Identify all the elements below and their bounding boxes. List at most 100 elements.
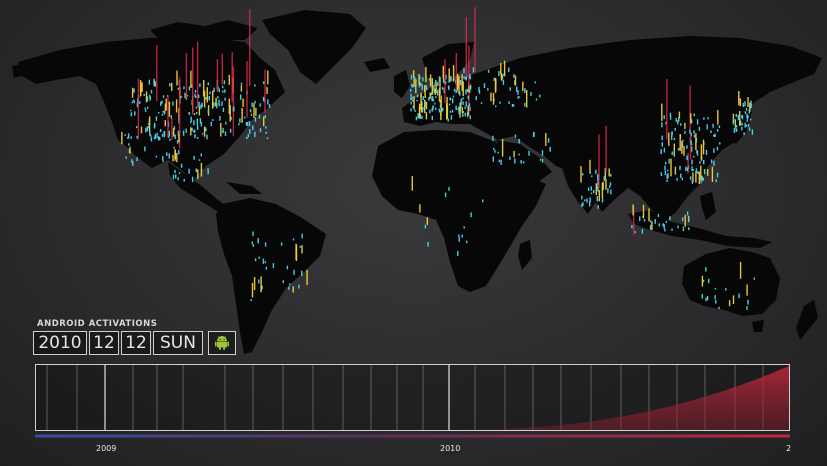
activation-bar [254, 131, 256, 138]
activation-bar [603, 176, 605, 182]
activation-bar [168, 102, 171, 117]
australia [682, 248, 780, 316]
activation-bar [434, 88, 436, 95]
activation-bar [438, 108, 441, 113]
activation-bar [415, 86, 417, 91]
activation-bar [512, 104, 515, 107]
activation-bar [259, 128, 262, 133]
activation-bar [493, 147, 495, 150]
activation-bar [693, 113, 695, 117]
activation-bar [201, 133, 204, 135]
activation-bar [710, 130, 712, 133]
activation-bar [429, 109, 431, 114]
activation-bar [668, 132, 670, 146]
activation-bar [503, 60, 506, 77]
activation-bar [463, 76, 465, 80]
activation-bar [464, 112, 466, 117]
activation-bar [745, 107, 748, 111]
activation-bar [541, 159, 544, 163]
activation-bar [666, 169, 669, 172]
activation-bar [267, 99, 269, 105]
activation-bar [410, 93, 412, 98]
activation-bar [460, 98, 463, 101]
activation-bar [464, 106, 466, 109]
activation-bar [686, 155, 688, 161]
activation-bar [130, 112, 133, 117]
activation-bar [161, 100, 163, 104]
activation-bar [665, 161, 667, 165]
activation-bar [713, 134, 715, 137]
activation-bar [293, 269, 295, 275]
activation-bar [411, 176, 413, 191]
activation-bar [173, 146, 175, 149]
activation-bar [681, 140, 683, 154]
activation-bar [172, 101, 174, 106]
activation-bar [654, 219, 656, 224]
activation-bar [499, 101, 501, 104]
activation-bar [703, 169, 706, 175]
activation-bar [745, 124, 748, 127]
activation-bar [153, 78, 155, 85]
activation-bar [500, 63, 502, 75]
activation-bar [223, 80, 226, 85]
activation-bar [145, 127, 147, 133]
activation-bar [252, 231, 254, 237]
activation-bar [581, 195, 583, 200]
activation-bar [690, 140, 692, 145]
activation-bar [716, 129, 719, 132]
activation-bar [610, 189, 612, 195]
activation-bar [691, 179, 694, 184]
activation-bar [259, 103, 261, 107]
activation-bar [264, 242, 267, 247]
new-zealand [796, 300, 818, 340]
activation-bar [306, 269, 308, 285]
activation-bar [264, 115, 266, 119]
activation-bar [674, 128, 676, 131]
activation-bar [634, 231, 637, 233]
activation-timeline[interactable] [35, 364, 790, 431]
activation-bar [183, 179, 185, 182]
activation-bar [250, 113, 253, 116]
activation-bar [198, 159, 201, 161]
activation-bar [669, 216, 671, 221]
activation-bar [241, 108, 243, 123]
activation-bar [744, 111, 747, 114]
activation-bar [257, 238, 259, 244]
activation-bar [468, 85, 470, 93]
activation-bar [470, 86, 472, 90]
activation-bar [684, 122, 686, 129]
activation-bar [203, 126, 206, 137]
activation-bar [175, 174, 177, 179]
activation-bar [268, 104, 271, 108]
activation-bar [194, 134, 196, 136]
activation-bar [707, 169, 709, 176]
activation-bar [233, 106, 235, 112]
activation-bar [217, 96, 219, 99]
activation-bar [692, 169, 694, 171]
activation-bar [452, 65, 455, 82]
activation-bar [222, 107, 225, 112]
activation-bar [441, 87, 444, 90]
activation-bar [180, 163, 183, 168]
android-badge [208, 331, 236, 355]
activation-bar [263, 81, 265, 85]
activation-bar [161, 113, 164, 116]
activation-bar [518, 96, 520, 98]
activation-bar [262, 96, 265, 101]
activation-bar [262, 258, 265, 264]
activation-bar [168, 135, 170, 138]
activation-bar [131, 101, 133, 104]
activation-bar [690, 113, 692, 124]
activation-bar [696, 119, 699, 125]
android-robot-icon [215, 336, 229, 350]
activation-bar [587, 187, 590, 191]
activation-bar [746, 116, 749, 120]
activation-bar [695, 133, 697, 151]
activation-bar [682, 217, 684, 221]
activation-bar [194, 93, 196, 97]
activation-bar [528, 150, 530, 156]
activation-bar [714, 288, 717, 290]
activation-bar [673, 138, 676, 141]
activation-bar [210, 121, 212, 127]
activation-bar [661, 122, 663, 128]
